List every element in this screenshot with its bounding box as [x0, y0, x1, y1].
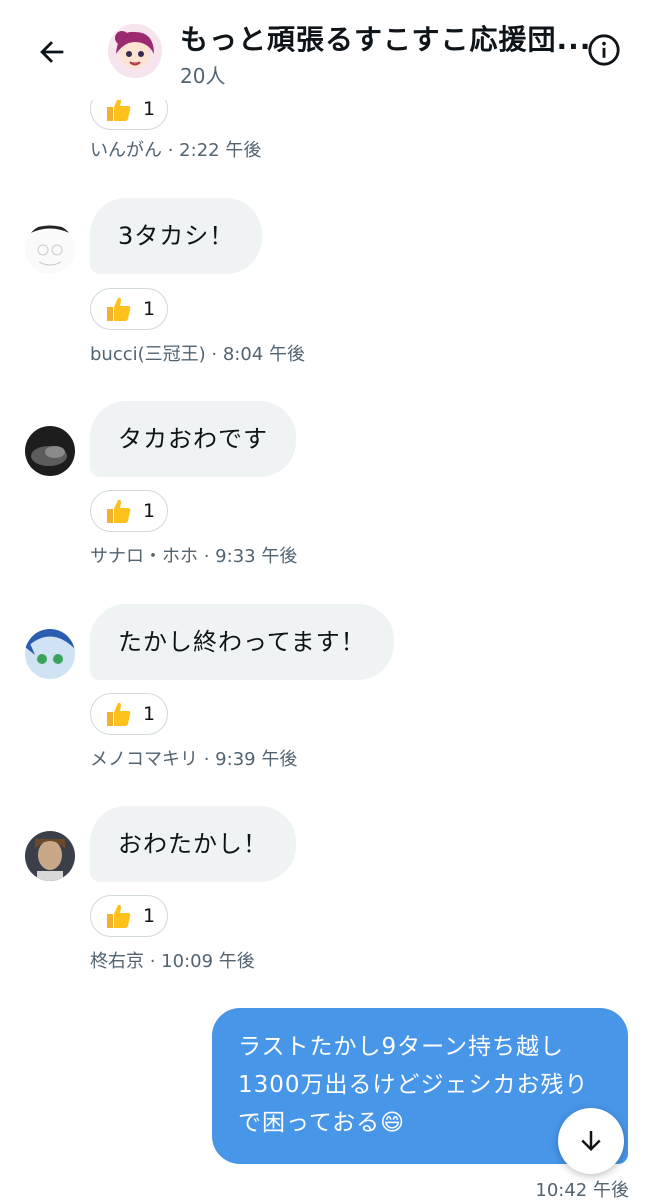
group-avatar[interactable]	[108, 24, 162, 78]
sender-name[interactable]: サナロ・ホホ	[90, 546, 198, 567]
sender-name[interactable]: bucci(三冠王)	[90, 344, 206, 365]
thumbs-up-icon	[107, 499, 131, 523]
message-line: ラストたかし9ターン持ち越し	[238, 1034, 565, 1060]
thumbs-up-icon	[107, 297, 131, 321]
info-icon	[588, 34, 620, 66]
avatar[interactable]	[25, 831, 75, 881]
message-bubble[interactable]: 3タカシ！	[90, 198, 263, 274]
message-meta: メノコマキリ · 9:39 午後	[90, 745, 297, 771]
reaction-thumbs-up[interactable]: 1	[90, 895, 168, 937]
thumbs-up-icon	[107, 702, 131, 726]
reaction-count: 1	[143, 298, 156, 320]
dm-group-chat-screen: もっと頑張るすこすこ応援団... 20人 1 いんがん · 2:22 午後 3タ…	[0, 0, 655, 1200]
meta-separator: ·	[162, 140, 180, 161]
member-count: 20人	[180, 64, 226, 88]
reaction-count: 1	[143, 98, 156, 120]
avatar[interactable]	[25, 426, 75, 476]
message-time: 9:39 午後	[215, 749, 298, 770]
sender-name[interactable]: いんがん	[90, 140, 162, 161]
meta-separator: ·	[198, 749, 216, 770]
message-line: で困っておる😄	[238, 1110, 406, 1136]
reaction-count: 1	[143, 703, 156, 725]
message-time: 10:09 午後	[161, 951, 255, 972]
scroll-to-bottom-button[interactable]	[558, 1108, 624, 1174]
arrow-down-icon	[581, 1131, 601, 1151]
meta-separator: ·	[198, 546, 216, 567]
meta-separator: ·	[144, 951, 162, 972]
avatar[interactable]	[25, 224, 75, 274]
thumbs-up-icon	[107, 904, 131, 928]
sender-name[interactable]: 柊右京	[90, 951, 144, 972]
back-button[interactable]	[28, 28, 76, 76]
message-meta: bucci(三冠王) · 8:04 午後	[90, 340, 305, 366]
reaction-thumbs-up[interactable]: 1	[90, 288, 168, 330]
message-bubble[interactable]: タカおわです	[90, 401, 296, 477]
meta-separator: ·	[205, 344, 223, 365]
message-meta: サナロ・ホホ · 9:33 午後	[90, 542, 297, 568]
group-title[interactable]: もっと頑張るすこすこ応援団...	[180, 18, 590, 58]
message-bubble[interactable]: おわたかし！	[90, 806, 296, 882]
message-meta: いんがん · 2:22 午後	[90, 136, 261, 162]
sender-name[interactable]: メノコマキリ	[90, 749, 198, 770]
reaction-thumbs-up[interactable]: 1	[90, 693, 168, 735]
chat-header: もっと頑張るすこすこ応援団... 20人	[0, 0, 655, 100]
reaction-thumbs-up[interactable]: 1	[90, 490, 168, 532]
own-message-time: 10:42 午後	[535, 1180, 629, 1200]
reaction-count: 1	[143, 500, 156, 522]
reaction-count: 1	[143, 905, 156, 927]
message-time: 9:33 午後	[215, 546, 298, 567]
arrow-left-icon	[40, 41, 64, 63]
message-line: 1300万出るけどジェシカお残り	[238, 1072, 589, 1098]
message-bubble[interactable]: たかし終わってます！	[90, 604, 394, 680]
message-time: 2:22 午後	[179, 140, 262, 161]
message-meta: 柊右京 · 10:09 午後	[90, 947, 255, 973]
info-button[interactable]	[584, 30, 624, 70]
avatar[interactable]	[25, 629, 75, 679]
message-time: 8:04 午後	[222, 344, 306, 365]
